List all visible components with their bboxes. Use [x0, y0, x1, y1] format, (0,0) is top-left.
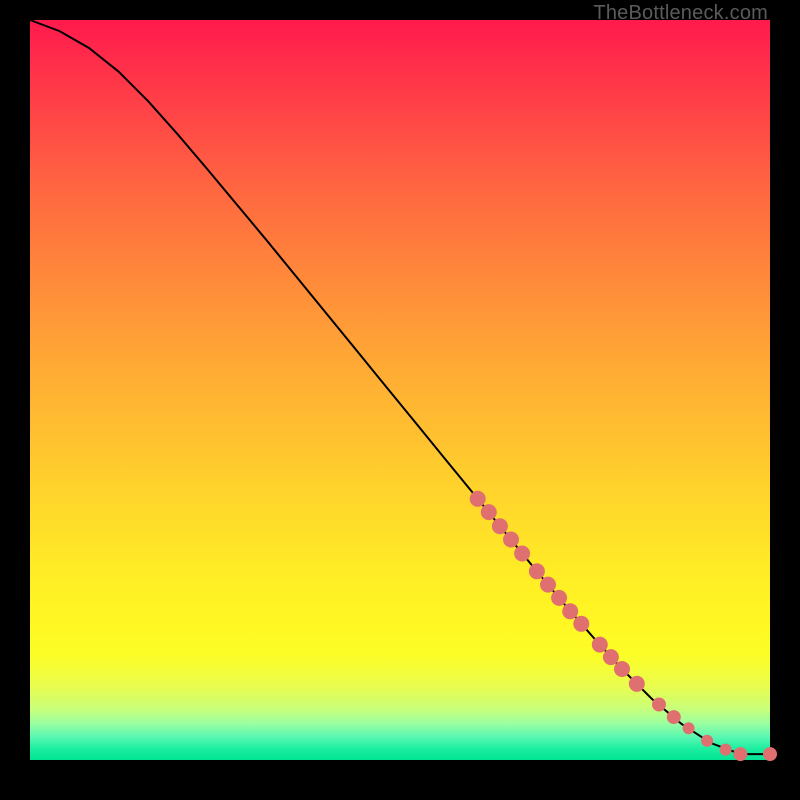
data-marker: [720, 744, 732, 756]
chart-overlay: [30, 20, 770, 760]
data-marker: [529, 563, 545, 579]
data-marker: [603, 649, 619, 665]
data-marker: [492, 518, 508, 534]
curve-path: [30, 20, 770, 754]
data-marker: [667, 710, 681, 724]
plot-area: [30, 20, 770, 760]
chart-stage: TheBottleneck.com: [0, 0, 800, 800]
data-marker: [481, 504, 497, 520]
data-marker: [652, 698, 666, 712]
data-marker: [562, 603, 578, 619]
data-marker: [573, 616, 589, 632]
marker-layer: [470, 491, 777, 761]
data-marker: [551, 590, 567, 606]
data-marker: [733, 747, 747, 761]
data-marker: [614, 661, 630, 677]
data-marker: [763, 747, 777, 761]
data-marker: [540, 577, 556, 593]
data-marker: [629, 676, 645, 692]
data-marker: [470, 491, 486, 507]
data-marker: [683, 722, 695, 734]
data-marker: [514, 546, 530, 562]
data-marker: [592, 637, 608, 653]
data-marker: [701, 735, 713, 747]
data-marker: [503, 532, 519, 548]
